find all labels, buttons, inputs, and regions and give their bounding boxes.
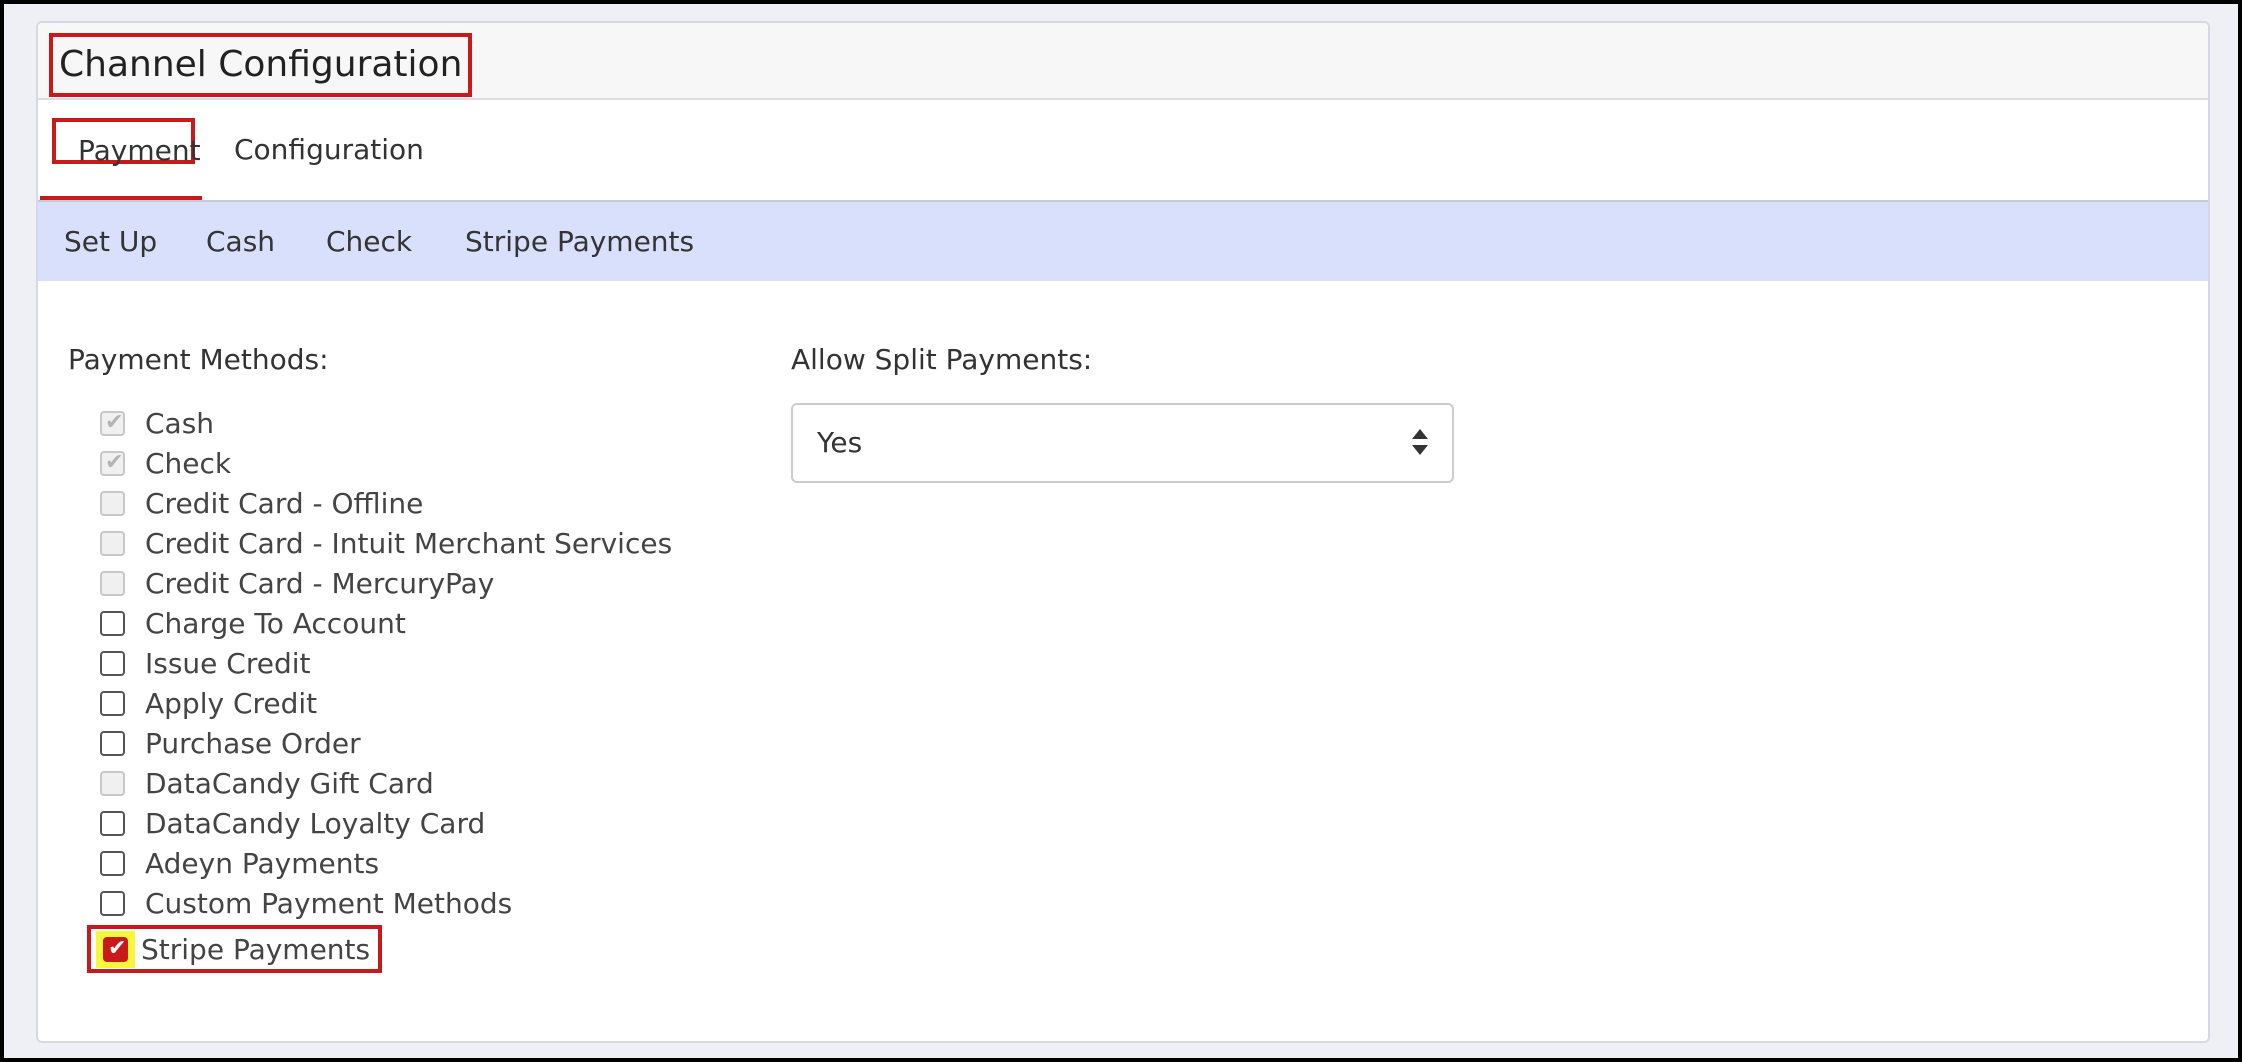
check-checkbox: ✔ bbox=[100, 450, 125, 476]
method-label[interactable]: Custom Payment Methods bbox=[145, 887, 512, 920]
screenshot-frame: Channel Configuration Payment Configurat… bbox=[0, 0, 2242, 1062]
adeyn-payments-checkbox[interactable] bbox=[100, 850, 125, 876]
method-adeyn-payments: Adeyn Payments bbox=[100, 843, 672, 883]
method-datacandy-loyalty-card: DataCandy Loyalty Card bbox=[100, 803, 672, 843]
method-credit-card-mercurypay: Credit Card - MercuryPay bbox=[100, 563, 672, 603]
method-charge-to-account: Charge To Account bbox=[100, 603, 672, 643]
method-custom-payment-methods: Custom Payment Methods bbox=[100, 883, 672, 923]
method-issue-credit: Issue Credit bbox=[100, 643, 672, 683]
credit-card-offline-checkbox bbox=[100, 490, 125, 516]
payment-subnav: Set Up Cash Check Stripe Payments bbox=[38, 202, 2208, 281]
payment-methods-list: ✔ Cash ✔ Check Credit Card - Offline Cre… bbox=[87, 403, 672, 973]
tab-bar: Payment Configuration bbox=[38, 100, 2208, 202]
split-payments-label: Allow Split Payments: bbox=[791, 343, 1093, 376]
page-title: Channel Configuration bbox=[49, 33, 473, 97]
stripe-checkbox-highlight: ✔ bbox=[96, 930, 135, 968]
method-datacandy-gift-card: DataCandy Gift Card bbox=[100, 763, 672, 803]
charge-to-account-checkbox[interactable] bbox=[100, 610, 125, 636]
split-payments-select[interactable]: Yes bbox=[791, 403, 1454, 483]
method-label[interactable]: Adeyn Payments bbox=[145, 847, 379, 880]
purchase-order-checkbox[interactable] bbox=[100, 730, 125, 756]
method-label[interactable]: Stripe Payments bbox=[141, 933, 370, 966]
issue-credit-checkbox[interactable] bbox=[100, 650, 125, 676]
method-label: Credit Card - Intuit Merchant Services bbox=[145, 526, 673, 560]
tab-payment-highlight: Payment bbox=[52, 118, 201, 167]
method-label: Credit Card - Offline bbox=[145, 486, 424, 520]
select-arrows-icon bbox=[1412, 427, 1428, 459]
method-credit-card-offline: Credit Card - Offline bbox=[100, 483, 672, 523]
stripe-payments-checkbox[interactable]: ✔ bbox=[103, 936, 128, 962]
subnav-check[interactable]: Check bbox=[326, 202, 412, 281]
credit-card-mercurypay-checkbox bbox=[100, 570, 125, 596]
tab-payment-label: Payment bbox=[78, 134, 201, 167]
method-label: Check bbox=[145, 446, 232, 480]
method-credit-card-intuit: Credit Card - Intuit Merchant Services bbox=[100, 523, 672, 563]
method-label: DataCandy Gift Card bbox=[145, 766, 434, 800]
subnav-cash[interactable]: Cash bbox=[206, 202, 275, 281]
payment-methods-label: Payment Methods: bbox=[68, 343, 329, 376]
method-stripe-payments: ✔ Stripe Payments bbox=[87, 925, 382, 973]
datacandy-loyalty-card-checkbox[interactable] bbox=[100, 810, 125, 836]
method-cash: ✔ Cash bbox=[100, 403, 672, 443]
split-payments-value: Yes bbox=[817, 426, 863, 459]
apply-credit-checkbox[interactable] bbox=[100, 690, 125, 716]
method-label[interactable]: DataCandy Loyalty Card bbox=[145, 807, 485, 840]
method-label: Cash bbox=[145, 406, 215, 440]
method-label: Credit Card - MercuryPay bbox=[145, 566, 495, 600]
method-label[interactable]: Purchase Order bbox=[145, 727, 361, 760]
cash-checkbox: ✔ bbox=[100, 410, 125, 436]
datacandy-gift-card-checkbox bbox=[100, 770, 125, 796]
custom-payment-methods-checkbox[interactable] bbox=[100, 890, 125, 916]
method-check: ✔ Check bbox=[100, 443, 672, 483]
channel-config-card: Channel Configuration Payment Configurat… bbox=[36, 21, 2210, 1043]
method-label[interactable]: Issue Credit bbox=[145, 647, 311, 680]
card-header: Channel Configuration bbox=[38, 23, 2208, 100]
credit-card-intuit-checkbox bbox=[100, 530, 125, 556]
tab-configuration[interactable]: Configuration bbox=[234, 100, 424, 200]
method-purchase-order: Purchase Order bbox=[100, 723, 672, 763]
method-apply-credit: Apply Credit bbox=[100, 683, 672, 723]
tab-payment[interactable]: Payment bbox=[40, 100, 202, 200]
subnav-stripe-payments[interactable]: Stripe Payments bbox=[465, 202, 694, 281]
subnav-set-up[interactable]: Set Up bbox=[64, 202, 157, 281]
method-label[interactable]: Apply Credit bbox=[145, 687, 317, 720]
method-label[interactable]: Charge To Account bbox=[145, 607, 406, 640]
